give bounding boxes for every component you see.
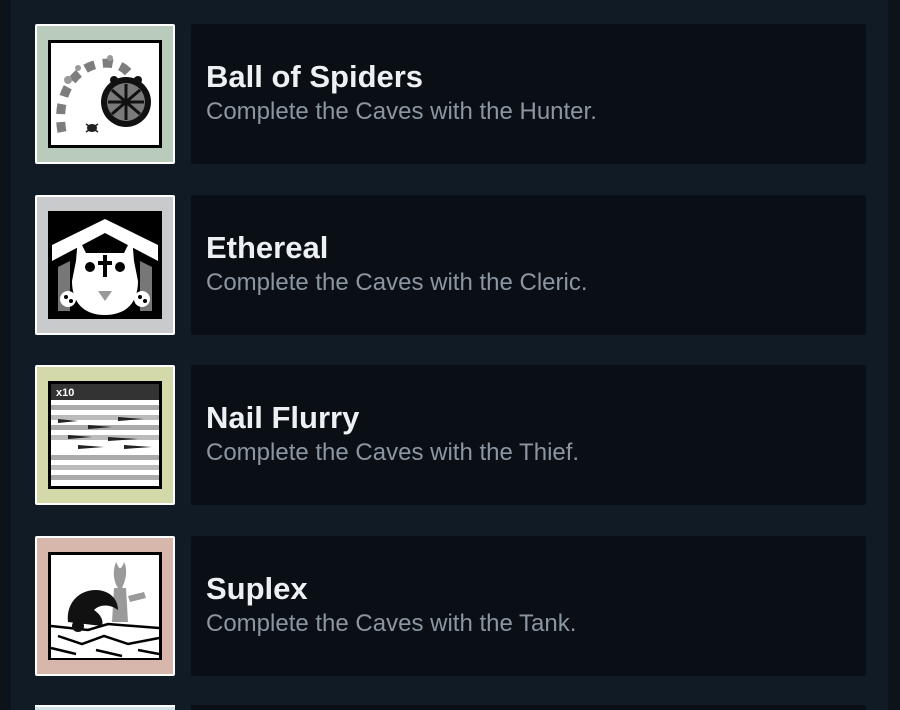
achievement-row-partial[interactable] — [35, 705, 866, 710]
suplex-icon — [48, 551, 162, 660]
achievement-row[interactable]: Suplex Complete the Caves with the Tank. — [35, 535, 866, 676]
achievement-thumbnail: x10 — [35, 365, 175, 505]
ethereal-icon — [48, 210, 162, 319]
achievement-title: Ball of Spiders — [206, 59, 424, 94]
achievement-description: Complete the Caves with the Tank. — [206, 609, 577, 637]
achievement-thumbnail — [35, 535, 175, 676]
achievement-thumbnail — [35, 705, 175, 710]
ball-of-spiders-icon — [48, 40, 162, 148]
achievement-description: Complete the Caves with the Hunter. — [206, 98, 597, 125]
multiplier-badge: x10 — [56, 387, 74, 399]
achievement-thumbnail — [35, 194, 175, 335]
achievement-card: Suplex Complete the Caves with the Tank. — [191, 535, 866, 676]
achievement-thumbnail — [35, 24, 175, 164]
achievement-title: Nail Flurry — [206, 400, 360, 435]
achievement-list: Ball of Spiders Complete the Caves with … — [35, 24, 866, 706]
achievement-description: Complete the Caves with the Cleric. — [206, 268, 588, 296]
achievement-title: Suplex — [206, 570, 308, 606]
achievement-card: Nail Flurry Complete the Caves with the … — [191, 365, 866, 505]
achievement-description: Complete the Caves with the Thief. — [206, 439, 580, 466]
left-margin — [0, 0, 11, 710]
achievement-row[interactable]: x10 Nail Flurry Complete the Caves with … — [35, 365, 866, 505]
achievement-title: Ethereal — [206, 229, 329, 265]
nail-flurry-icon: x10 — [48, 381, 162, 489]
achievement-card — [191, 705, 866, 710]
achievement-row[interactable]: Ethereal Complete the Caves with the Cle… — [35, 194, 866, 335]
achievement-card: Ethereal Complete the Caves with the Cle… — [191, 194, 866, 335]
achievement-card: Ball of Spiders Complete the Caves with … — [191, 24, 866, 164]
achievement-row[interactable]: Ball of Spiders Complete the Caves with … — [35, 24, 866, 164]
scrollbar-track[interactable] — [888, 0, 900, 710]
